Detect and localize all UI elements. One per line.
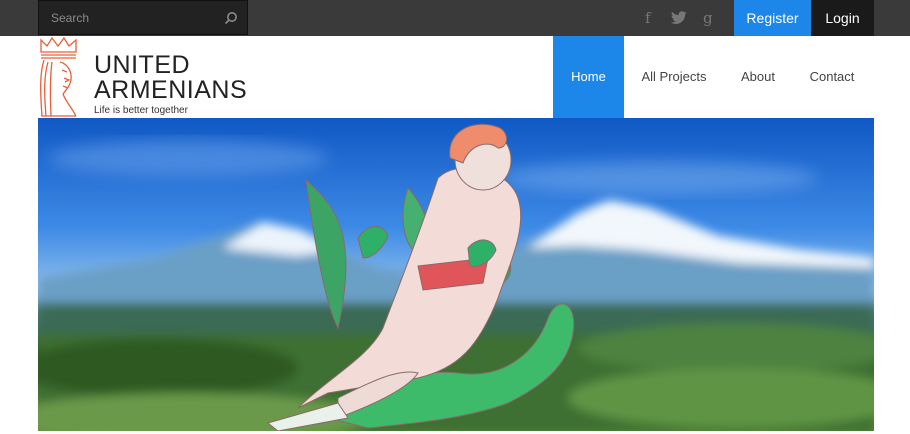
nav-all-projects[interactable]: All Projects xyxy=(634,36,714,118)
hero-image xyxy=(38,118,874,431)
search-box xyxy=(38,0,248,35)
brand-name-line2: ARMENIANS xyxy=(94,76,248,104)
login-button[interactable]: Login xyxy=(811,0,874,36)
nav-about[interactable]: About xyxy=(730,36,786,118)
twitter-icon[interactable] xyxy=(670,11,688,25)
brand-name-line1: UNITED xyxy=(94,51,191,79)
facebook-icon[interactable]: f xyxy=(645,9,651,27)
register-button[interactable]: Register xyxy=(734,0,811,36)
nav-home[interactable]: Home xyxy=(553,36,624,118)
hero-banner xyxy=(38,118,874,431)
top-bar: f g Register Login xyxy=(0,0,910,36)
nav-contact[interactable]: Contact xyxy=(800,36,864,118)
search-icon[interactable] xyxy=(223,10,239,26)
king-logo-icon[interactable] xyxy=(38,36,80,118)
brand-tagline: Life is better together xyxy=(94,105,188,116)
google-plus-icon[interactable]: g xyxy=(703,9,713,27)
search-input[interactable] xyxy=(51,10,211,26)
